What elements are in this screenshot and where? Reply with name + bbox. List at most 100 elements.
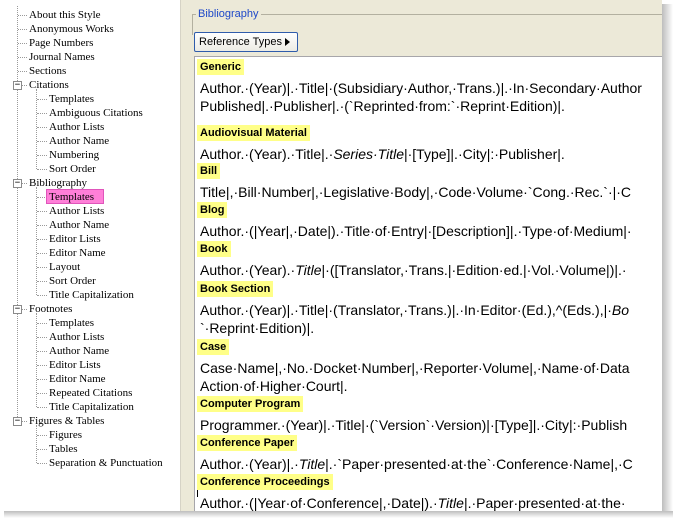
tree-item-label: Editor Lists xyxy=(49,233,101,245)
tree-item-selected[interactable]: Templates xyxy=(0,189,180,204)
tree-item[interactable]: Ambiguous Citations xyxy=(0,106,180,120)
tree-item[interactable]: Author Lists xyxy=(0,120,180,134)
tree-item-label: Numbering xyxy=(49,149,100,161)
reference-type-heading: Bill xyxy=(197,163,221,179)
tree-item-label: Title Capitalization xyxy=(49,401,134,413)
template-line[interactable]: `·Reprint·Edition)|. xyxy=(200,319,314,337)
tree-item[interactable]: Sort Order xyxy=(0,162,180,176)
tree-item[interactable]: Separation & Punctuation xyxy=(0,456,180,470)
tree-item-label: Author Name xyxy=(49,219,110,231)
template-text: Author.·(|Year·of·Conference|,·Date|).· xyxy=(200,495,438,511)
italic-field: Title xyxy=(437,495,464,511)
tree-item[interactable]: Author Name xyxy=(0,218,180,232)
template-panel: Bibliography Reference Types Generic Auth… xyxy=(188,0,662,511)
template-line[interactable]: Author.·(Year).·Title|.·Series·Title|·[T… xyxy=(200,145,565,163)
tree-item-label: Repeated Citations xyxy=(49,387,133,399)
tree-item-label: Author Lists xyxy=(49,331,105,343)
template-line[interactable]: Author.·(Year)|.·Title|·(Subsidiary·Auth… xyxy=(200,79,642,97)
tree-item-label: Author Lists xyxy=(49,205,105,217)
tree-item[interactable]: Author Name xyxy=(0,134,180,148)
tree-item[interactable]: About this Style xyxy=(0,8,180,22)
tree-item-label: Citations xyxy=(29,79,69,91)
tree-item-label: Sort Order xyxy=(49,275,96,287)
template-text: |·[Type]|.·City|:·Publisher|. xyxy=(403,146,565,162)
tree-item[interactable]: Citations xyxy=(0,78,180,92)
tree-item-label: Author Lists xyxy=(49,121,105,133)
tree-item-label: Ambiguous Citations xyxy=(49,107,143,119)
template-text: Action·of·Higher·Court|. xyxy=(200,378,348,394)
template-line[interactable]: Programmer.·(Year)|.·Title|·(`Version`·V… xyxy=(200,416,627,434)
template-editor[interactable]: Generic Author.·(Year)|.·Title|·(Subsidia… xyxy=(194,56,662,511)
style-tree: About this Style Anonymous Works Page Numb… xyxy=(0,0,180,511)
template-line[interactable]: Author.·(|Year·of·Conference|,·Date|).·T… xyxy=(200,494,626,511)
tree-item[interactable]: Author Lists xyxy=(0,330,180,344)
reference-type-heading: Book Section xyxy=(197,281,274,297)
italic-field: Series·Title xyxy=(333,146,404,162)
tree-item-label: Bibliography xyxy=(29,177,88,189)
window-shadow-right xyxy=(662,4,673,518)
template-text: `·Reprint·Edition)|. xyxy=(200,320,315,336)
tree-item[interactable]: Editor Name xyxy=(0,246,180,260)
reference-type-heading: Computer Program xyxy=(197,396,304,412)
template-line[interactable]: Title|,·Bill·Number|,·Legislative·Body|,… xyxy=(200,183,631,201)
template-line[interactable]: Author.·(Year)|.·Title|.·`Paper·presente… xyxy=(200,455,633,473)
tree-item[interactable]: Tables xyxy=(0,442,180,456)
reference-type-heading: Conference Proceedings xyxy=(197,474,333,490)
template-line[interactable]: Author.·(Year).·Title|·([Translator,·Tra… xyxy=(200,261,627,279)
tree-item[interactable]: Page Numbers xyxy=(0,36,180,50)
tree-item[interactable]: Anonymous Works xyxy=(0,22,180,36)
tree-item-label: Footnotes xyxy=(29,303,73,315)
tree-item[interactable]: Bibliography xyxy=(0,176,180,190)
tree-item-label: Page Numbers xyxy=(29,37,94,49)
tree-item[interactable]: Figures & Tables xyxy=(0,414,180,428)
tree-item[interactable]: Sort Order xyxy=(0,274,180,288)
tree-item[interactable]: Journal Names xyxy=(0,50,180,64)
tree-item-label: Sections xyxy=(29,65,67,77)
tree-item-label: Layout xyxy=(49,261,81,273)
tree-item-label: Journal Names xyxy=(29,51,95,63)
tree-item[interactable]: Figures xyxy=(0,428,180,442)
template-line[interactable]: Case·Name|,·No.·Docket·Number|,·Reporter… xyxy=(200,359,629,377)
tree-item[interactable]: Templates xyxy=(0,316,180,330)
template-line[interactable]: Action·of·Higher·Court|. xyxy=(200,377,348,395)
tree-item-label: Figures xyxy=(49,429,82,441)
template-text: Author.·(Year).·Title|.· xyxy=(200,146,334,162)
tree-item-label: Author Name xyxy=(49,135,110,147)
tree-item[interactable]: Title Capitalization xyxy=(0,400,180,414)
template-text: Title|,·Bill·Number|,·Legislative·Body|,… xyxy=(200,184,632,200)
tree-item[interactable]: Layout xyxy=(0,260,180,274)
tree-item[interactable]: Author Lists xyxy=(0,204,180,218)
tree-item-label: Editor Name xyxy=(49,247,106,259)
tree-item-label: Templates xyxy=(49,317,95,329)
template-text: |·([Translator,·Trans.|·Edition·ed.|·Vol… xyxy=(321,262,627,278)
template-text: Programmer.·(Year)|.·Title|·(`Version`·V… xyxy=(200,417,628,433)
tree-item[interactable]: Editor Name xyxy=(0,372,180,386)
tree-item[interactable]: Title Capitalization xyxy=(0,288,180,302)
template-text: |.·Paper·presented·at·the· xyxy=(463,495,626,511)
style-editor-window: About this Style Anonymous Works Page Numb… xyxy=(0,0,662,511)
tree-item[interactable]: Editor Lists xyxy=(0,358,180,372)
template-line[interactable]: Author.·(|Year|,·Date|).·Title·of·Entry|… xyxy=(200,222,632,240)
tree-item[interactable]: Author Name xyxy=(0,344,180,358)
tree-item[interactable]: Editor Lists xyxy=(0,232,180,246)
tree-item-label: Editor Name xyxy=(49,373,106,385)
reference-type-heading: Book xyxy=(197,241,231,257)
template-line[interactable]: Author.·(Year)|.·Title|·(Translator,·Tra… xyxy=(200,301,629,319)
italic-field: Title xyxy=(295,262,322,278)
template-line[interactable]: Published|.·Publisher|.·(`Reprinted·from… xyxy=(200,97,565,115)
tree-item-label: Editor Lists xyxy=(49,359,101,371)
tree-item-label: About this Style xyxy=(29,9,101,21)
reference-type-heading: Audiovisual Material xyxy=(197,125,310,141)
tree-item[interactable]: Templates xyxy=(0,92,180,106)
tree-item-label: Separation & Punctuation xyxy=(49,457,163,469)
tree-item[interactable]: Repeated Citations xyxy=(0,386,180,400)
group-label: Bibliography xyxy=(196,8,261,20)
tree-item[interactable]: Footnotes xyxy=(0,302,180,316)
tree-item[interactable]: Sections xyxy=(0,64,180,78)
tree-item-label: Figures & Tables xyxy=(29,415,105,427)
tree-item[interactable]: Numbering xyxy=(0,148,180,162)
reference-types-button[interactable]: Reference Types xyxy=(194,32,298,52)
triangle-right-icon xyxy=(285,38,290,46)
pane-splitter[interactable] xyxy=(180,0,188,511)
reference-types-label: Reference Types xyxy=(199,36,282,48)
